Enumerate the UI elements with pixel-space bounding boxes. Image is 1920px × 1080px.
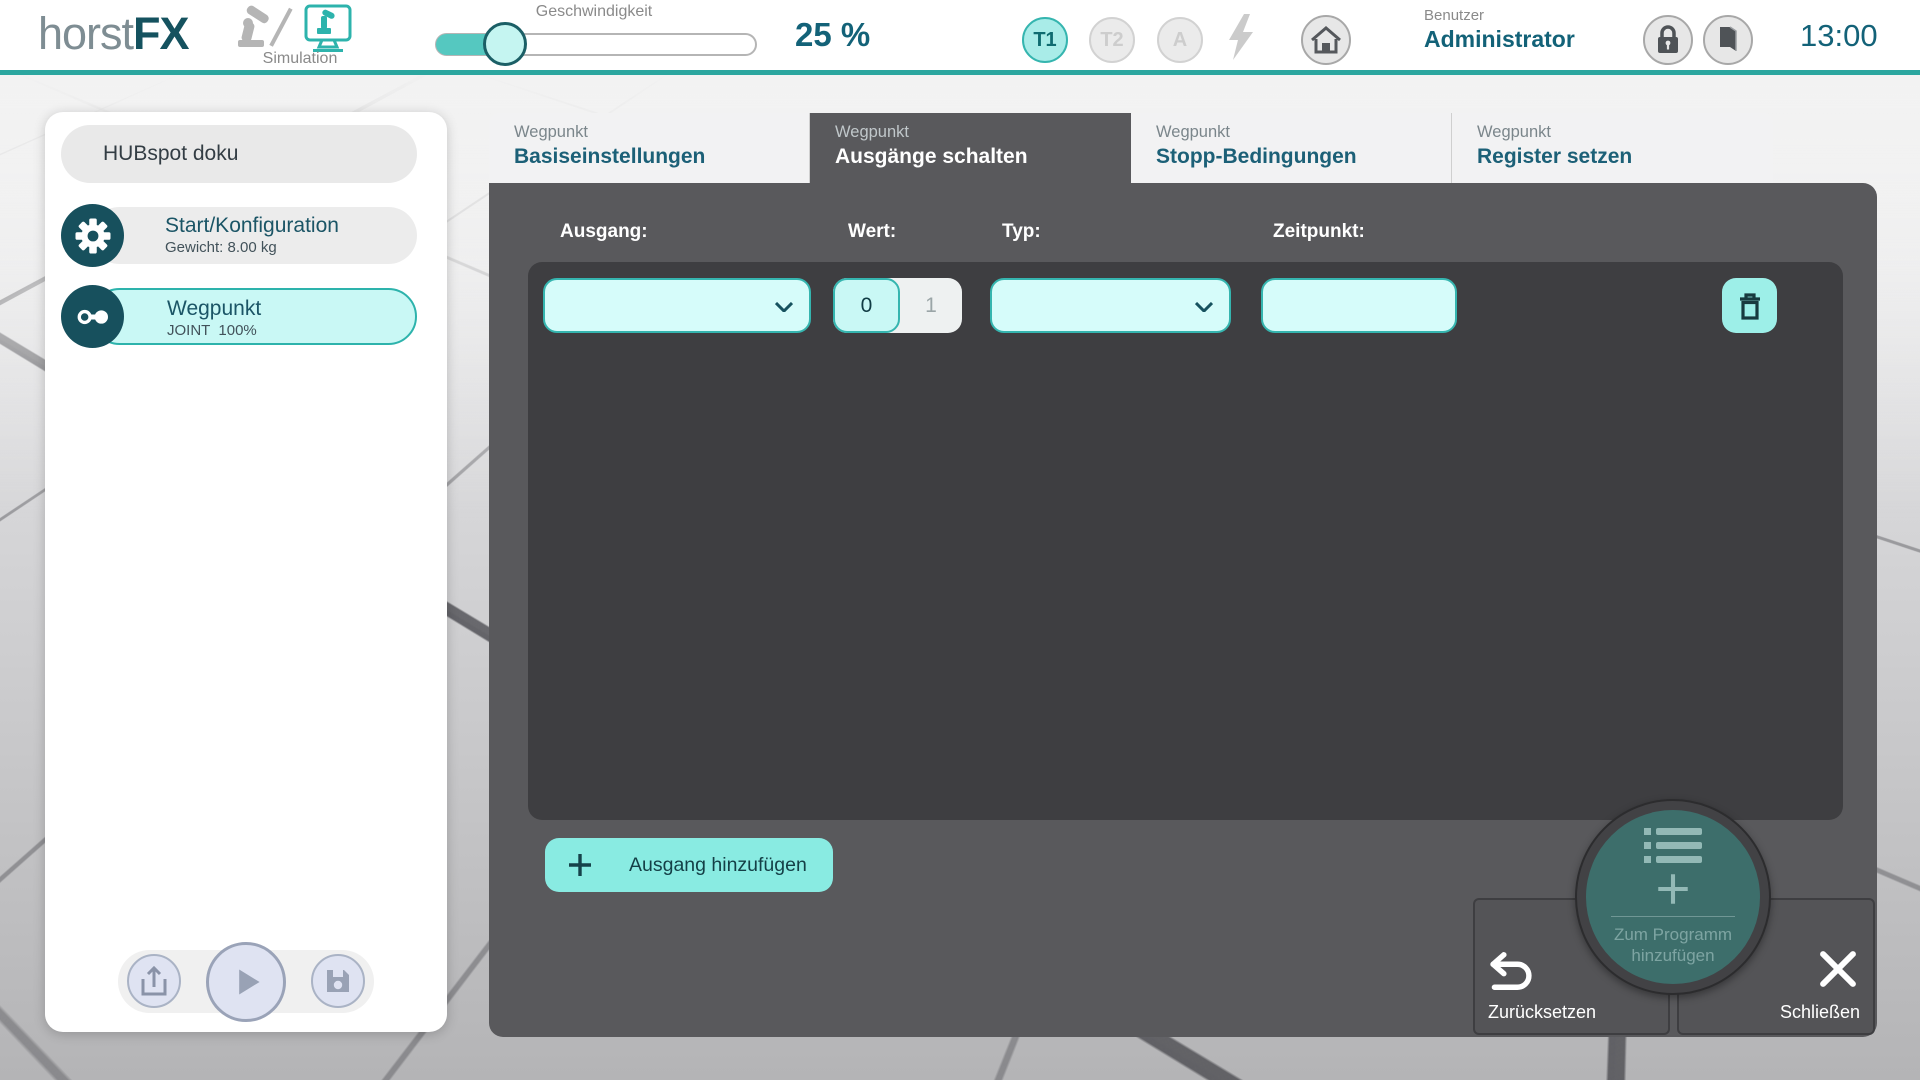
book-icon [1713, 24, 1743, 56]
sidebar-item-wegpunkt[interactable]: Wegpunkt JOINT 100% [61, 285, 417, 348]
reset-label: Zurücksetzen [1488, 1002, 1596, 1023]
export-button[interactable] [127, 954, 181, 1008]
typ-select[interactable] [990, 278, 1231, 333]
sidebar-item-subtitle: JOINT 100% [167, 322, 405, 339]
lock-button[interactable] [1643, 15, 1693, 65]
plus-icon [1656, 872, 1690, 906]
tab-category: Wegpunkt [1477, 123, 1773, 142]
chevron-down-icon [1195, 302, 1213, 312]
export-icon [139, 965, 169, 997]
chevron-down-icon [775, 302, 793, 312]
sidebar-item-title: Start/Konfiguration [165, 214, 407, 238]
manual-button[interactable] [1703, 15, 1753, 65]
add-output-label: Ausgang hinzufügen [629, 854, 807, 877]
tab-label: Basiseinstellungen [514, 145, 809, 169]
logo-part2: FX [133, 8, 189, 59]
waypoint-icon [61, 285, 124, 348]
logo-part1: horst [38, 8, 133, 59]
delete-row-button[interactable] [1722, 278, 1777, 333]
speed-value: 25 % [795, 16, 905, 54]
tab-category: Wegpunkt [514, 123, 809, 142]
top-bar: horstFX Simulation Geschwindigkeit [0, 0, 1920, 75]
sidebar-item-title: Wegpunkt [167, 297, 405, 321]
close-icon [1819, 950, 1857, 988]
add-to-program-label-line2: hinzufügen [1614, 945, 1732, 966]
simulation-robot-icon [230, 2, 370, 52]
mode-button-t2[interactable]: T2 [1089, 17, 1135, 63]
tab-label: Ausgänge schalten [835, 145, 1131, 169]
column-label-wert: Wert: [848, 221, 896, 243]
add-output-button[interactable]: Ausgang hinzufügen [545, 838, 833, 892]
gear-icon [61, 204, 124, 267]
program-controls [118, 950, 374, 1013]
sidebar-item-subtitle: Gewicht: 8.00 kg [165, 239, 407, 256]
column-label-typ: Typ: [1002, 221, 1041, 243]
home-button[interactable] [1301, 15, 1351, 65]
tab-label: Stopp-Bedingungen [1156, 145, 1451, 169]
wert-toggle: 0 1 [833, 278, 962, 333]
lock-icon [1653, 24, 1683, 56]
zeitpunkt-input[interactable] [1261, 278, 1457, 333]
sidebar-item-body: Start/Konfiguration Gewicht: 8.00 kg [91, 207, 417, 264]
play-icon [229, 965, 263, 999]
sidebar-item-start-konfiguration[interactable]: Start/Konfiguration Gewicht: 8.00 kg [61, 204, 417, 267]
tab-ausgaenge-schalten[interactable]: Wegpunkt Ausgänge schalten [810, 113, 1131, 183]
power-bolt-icon [1224, 13, 1258, 61]
ausgang-select[interactable] [543, 278, 811, 333]
sidebar-item-body: Wegpunkt JOINT 100% [91, 288, 417, 345]
wert-option-0[interactable]: 0 [833, 278, 900, 333]
undo-icon [1489, 950, 1535, 992]
mode-button-a[interactable]: A [1157, 17, 1203, 63]
tab-category: Wegpunkt [1156, 123, 1451, 142]
program-sidebar: HUBspot doku Start/Konfiguration [45, 112, 447, 1032]
clock: 13:00 [1800, 18, 1878, 54]
user-label: Benutzer [1424, 7, 1575, 24]
wert-option-1[interactable]: 1 [900, 278, 962, 333]
mode-button-t1[interactable]: T1 [1022, 17, 1068, 63]
home-icon [1310, 25, 1342, 55]
speed-slider-thumb[interactable] [483, 22, 527, 66]
user-name: Administrator [1424, 26, 1575, 53]
simulation-label: Simulation [230, 50, 370, 68]
tab-register-setzen[interactable]: Wegpunkt Register setzen [1452, 113, 1773, 183]
column-label-ausgang: Ausgang: [560, 221, 648, 243]
waypoint-tab-bar: Wegpunkt Basiseinstellungen Wegpunkt Aus… [489, 113, 1773, 183]
plus-icon [567, 852, 593, 878]
speed-slider[interactable] [435, 33, 757, 56]
close-label: Schließen [1780, 1002, 1860, 1023]
tab-label: Register setzen [1477, 145, 1773, 169]
play-button[interactable] [206, 942, 286, 1022]
program-list-icon [1644, 826, 1702, 866]
divider [1611, 916, 1735, 917]
tab-category: Wegpunkt [835, 123, 1131, 142]
tab-stopp-bedingungen[interactable]: Wegpunkt Stopp-Bedingungen [1131, 113, 1452, 183]
add-to-program-label-line1: Zum Programm [1614, 924, 1732, 945]
trash-icon [1736, 291, 1764, 321]
add-to-program-button[interactable]: Zum Programm hinzufügen [1575, 799, 1771, 995]
simulation-indicator[interactable]: Simulation [230, 2, 370, 70]
output-rows-panel: 0 1 [528, 262, 1843, 820]
add-to-program-inner: Zum Programm hinzufügen [1586, 810, 1760, 984]
app-logo: horstFX [38, 8, 189, 60]
user-block[interactable]: Benutzer Administrator [1424, 7, 1575, 53]
output-row: 0 1 [528, 278, 1843, 333]
save-icon [323, 966, 353, 996]
speed-label: Geschwindigkeit [499, 3, 689, 21]
column-label-zeitpunkt: Zeitpunkt: [1273, 221, 1365, 243]
save-button[interactable] [311, 954, 365, 1008]
tab-basiseinstellungen[interactable]: Wegpunkt Basiseinstellungen [489, 113, 810, 183]
program-name[interactable]: HUBspot doku [61, 125, 417, 183]
